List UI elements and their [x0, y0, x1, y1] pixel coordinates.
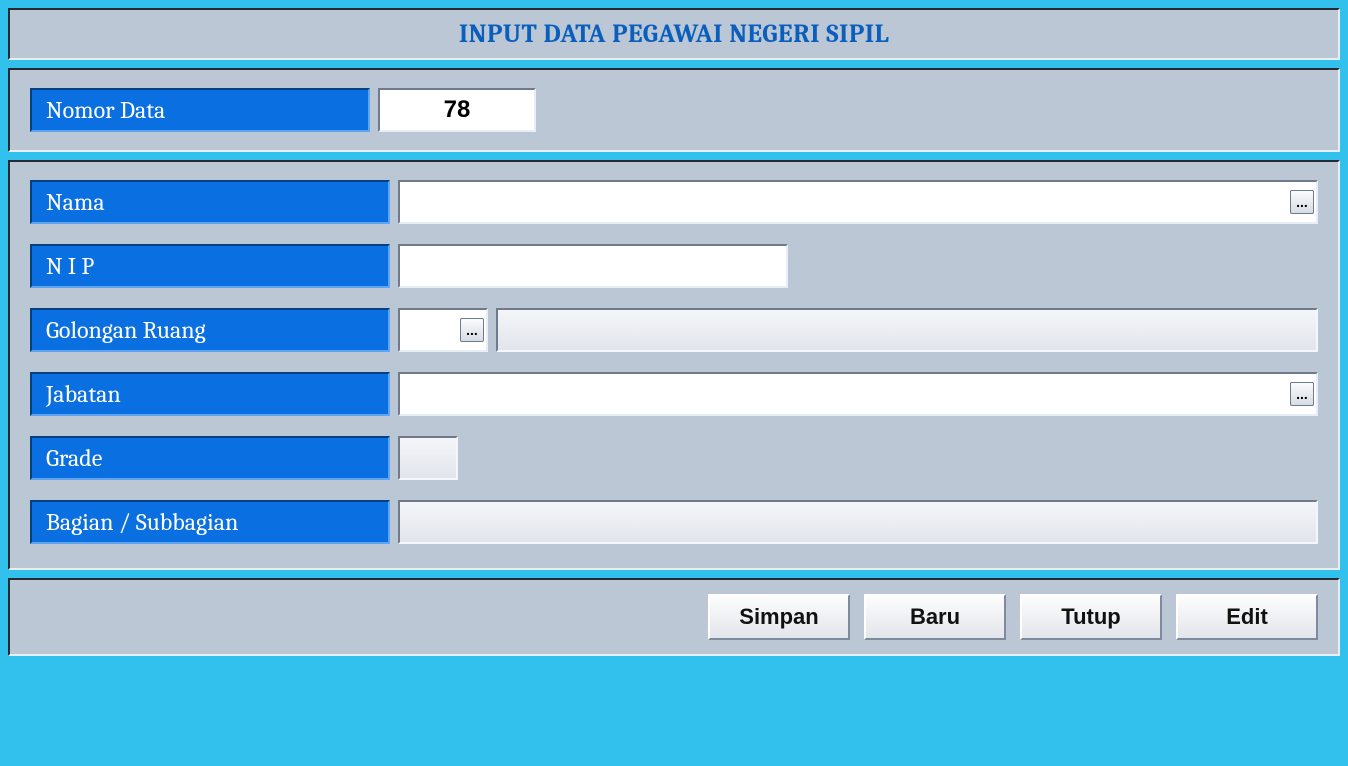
grade-display	[398, 436, 458, 480]
grade-label: Grade	[30, 436, 390, 480]
jabatan-lookup-button[interactable]: ...	[1290, 382, 1314, 406]
title-panel: INPUT DATA PEGAWAI NEGERI SIPIL	[8, 8, 1340, 60]
nama-input[interactable]	[398, 180, 1318, 224]
golongan-label: Golongan Ruang	[30, 308, 390, 352]
jabatan-input[interactable]	[398, 372, 1318, 416]
bagian-label: Bagian / Subbagian	[30, 500, 390, 544]
nama-lookup-button[interactable]: ...	[1290, 190, 1314, 214]
tutup-button[interactable]: Tutup	[1020, 594, 1162, 640]
golongan-lookup-button[interactable]: ...	[460, 318, 484, 342]
simpan-button[interactable]: Simpan	[708, 594, 850, 640]
nip-input[interactable]	[398, 244, 788, 288]
jabatan-label: Jabatan	[30, 372, 390, 416]
baru-button[interactable]: Baru	[864, 594, 1006, 640]
nip-label: N I P	[30, 244, 390, 288]
nomor-data-panel: Nomor Data	[8, 68, 1340, 152]
bagian-display	[398, 500, 1318, 544]
golongan-desc-display	[496, 308, 1318, 352]
nama-label: Nama	[30, 180, 390, 224]
nomor-data-input[interactable]	[378, 88, 536, 132]
form-panel: Nama ... N I P Golongan Ruang ... Jabata…	[8, 160, 1340, 570]
edit-button[interactable]: Edit	[1176, 594, 1318, 640]
button-panel: Simpan Baru Tutup Edit	[8, 578, 1340, 656]
nomor-data-label: Nomor Data	[30, 88, 370, 132]
form-title: INPUT DATA PEGAWAI NEGERI SIPIL	[459, 19, 889, 49]
